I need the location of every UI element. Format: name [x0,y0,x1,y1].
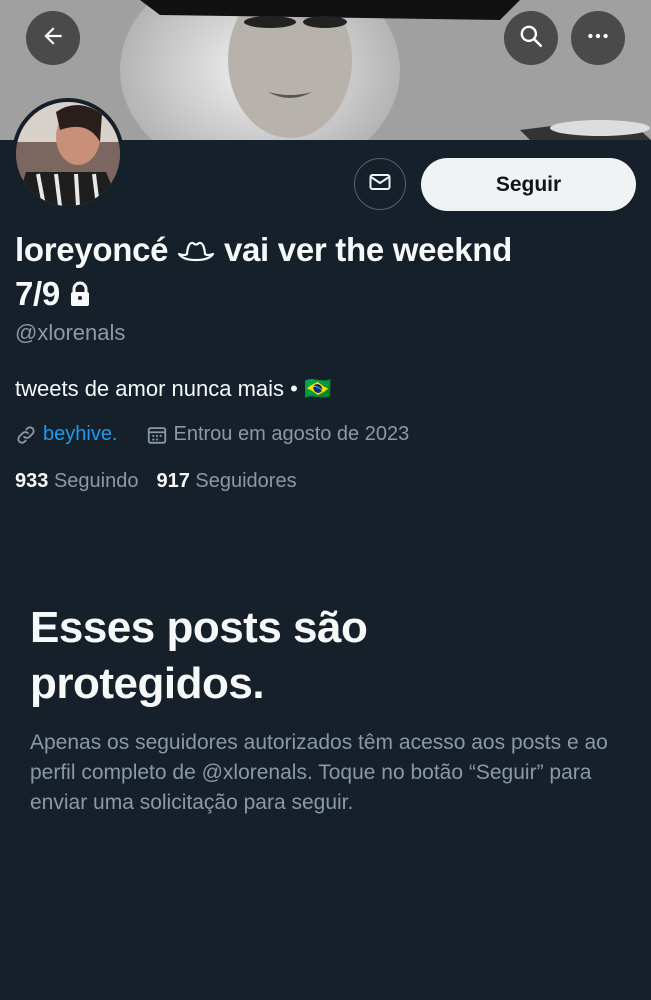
brazil-flag-icon: 🇧🇷 [303,376,332,401]
search-button[interactable] [504,11,558,65]
profile-meta: beyhive. Entrou em agosto de 2023 [15,423,409,446]
avatar[interactable] [12,98,124,210]
display-name-part2: vai ver the weeknd [215,231,513,268]
joined-date: Entrou em agosto de 2023 [173,423,410,445]
message-button[interactable] [354,158,406,210]
cowboy-hat-icon [177,231,215,268]
calendar-icon [146,424,168,446]
arrow-left-icon [40,23,66,54]
back-button[interactable] [26,11,80,65]
following-stat[interactable]: 933 Seguindo [15,470,138,493]
more-button[interactable] [571,11,625,65]
following-label: Seguindo [53,470,139,492]
mail-icon [368,170,392,199]
display-name-part3: 7/9 [15,275,69,312]
profile-display-name: loreyoncé vai ver the weeknd 7/9 [15,228,605,316]
search-icon [518,23,544,54]
following-count: 933 [15,470,49,492]
followers-label: Seguidores [195,470,297,492]
profile-handle: @xlorenals [15,320,126,345]
follow-button[interactable]: Seguir [421,158,636,211]
protected-title: Esses posts são protegidos. [30,603,368,708]
display-name-part1: loreyoncé [15,231,178,268]
more-horizontal-icon [585,23,611,54]
bio-text: tweets de amor nunca mais • [15,376,304,401]
followers-count: 917 [156,470,190,492]
lock-icon [69,275,91,312]
profile-bio: tweets de amor nunca mais • 🇧🇷 [15,376,331,402]
profile-stats: 933 Seguindo 917 Seguidores [15,470,297,493]
protected-description: Apenas os seguidores autorizados têm ace… [30,731,608,814]
followers-stat[interactable]: 917 Seguidores [156,470,296,493]
link-icon [15,424,37,446]
profile-link[interactable]: beyhive. [43,423,118,446]
